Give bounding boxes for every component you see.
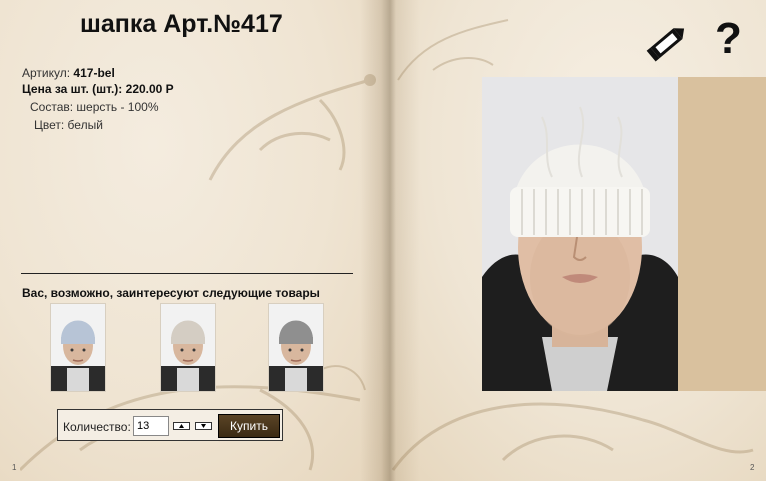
ornament-right-bottom bbox=[391, 402, 754, 471]
mannequin-thumb-3 bbox=[269, 304, 323, 391]
price-value: 220.00 Р bbox=[125, 82, 174, 96]
composition-text: Состав: шерсть - 100% bbox=[30, 100, 159, 114]
quantity-decrement-button[interactable] bbox=[195, 422, 212, 430]
price-row: Цена за шт. (шт.): 220.00 Р bbox=[22, 82, 174, 96]
suggestion-thumb-3[interactable] bbox=[268, 303, 324, 392]
arrow-up-icon bbox=[179, 424, 184, 428]
book-spine bbox=[360, 0, 420, 481]
article-value: 417-bel bbox=[73, 66, 115, 80]
quantity-label: Количество: bbox=[63, 420, 131, 434]
left-page: шапка Арт.№417 Артикул: 417-bel Цена за … bbox=[0, 0, 383, 481]
product-title: шапка Арт.№417 bbox=[80, 10, 283, 38]
suggestion-thumb-2[interactable] bbox=[160, 303, 216, 392]
book: шапка Арт.№417 Артикул: 417-bel Цена за … bbox=[0, 0, 766, 481]
price-label: Цена за шт. (шт.): bbox=[22, 82, 123, 96]
edit-button[interactable] bbox=[645, 20, 691, 69]
color-text: Цвет: белый bbox=[34, 118, 103, 132]
article-row: Артикул: 417-bel bbox=[22, 66, 115, 80]
mannequin-thumb-1 bbox=[51, 304, 105, 391]
pencil-icon bbox=[646, 28, 685, 62]
order-panel: Количество: Купить bbox=[57, 409, 283, 441]
quantity-input[interactable] bbox=[133, 416, 169, 436]
mannequin-photo bbox=[482, 77, 678, 391]
quantity-increment-button[interactable] bbox=[173, 422, 190, 430]
mannequin-thumb-2 bbox=[161, 304, 215, 391]
article-label: Артикул: bbox=[22, 66, 71, 80]
suggestions-heading: Вас, возможно, заинтересуют следующие то… bbox=[22, 286, 320, 300]
arrow-down-icon bbox=[201, 424, 206, 428]
buy-button[interactable]: Купить bbox=[218, 414, 280, 438]
product-photo bbox=[482, 77, 678, 391]
page-number-left: 1 bbox=[12, 463, 17, 472]
suggestion-thumb-1[interactable] bbox=[50, 303, 106, 392]
ornament-left-top bbox=[208, 74, 376, 181]
page-number-right: 2 bbox=[750, 463, 755, 472]
divider bbox=[21, 273, 353, 274]
help-button[interactable]: ? bbox=[715, 14, 742, 64]
